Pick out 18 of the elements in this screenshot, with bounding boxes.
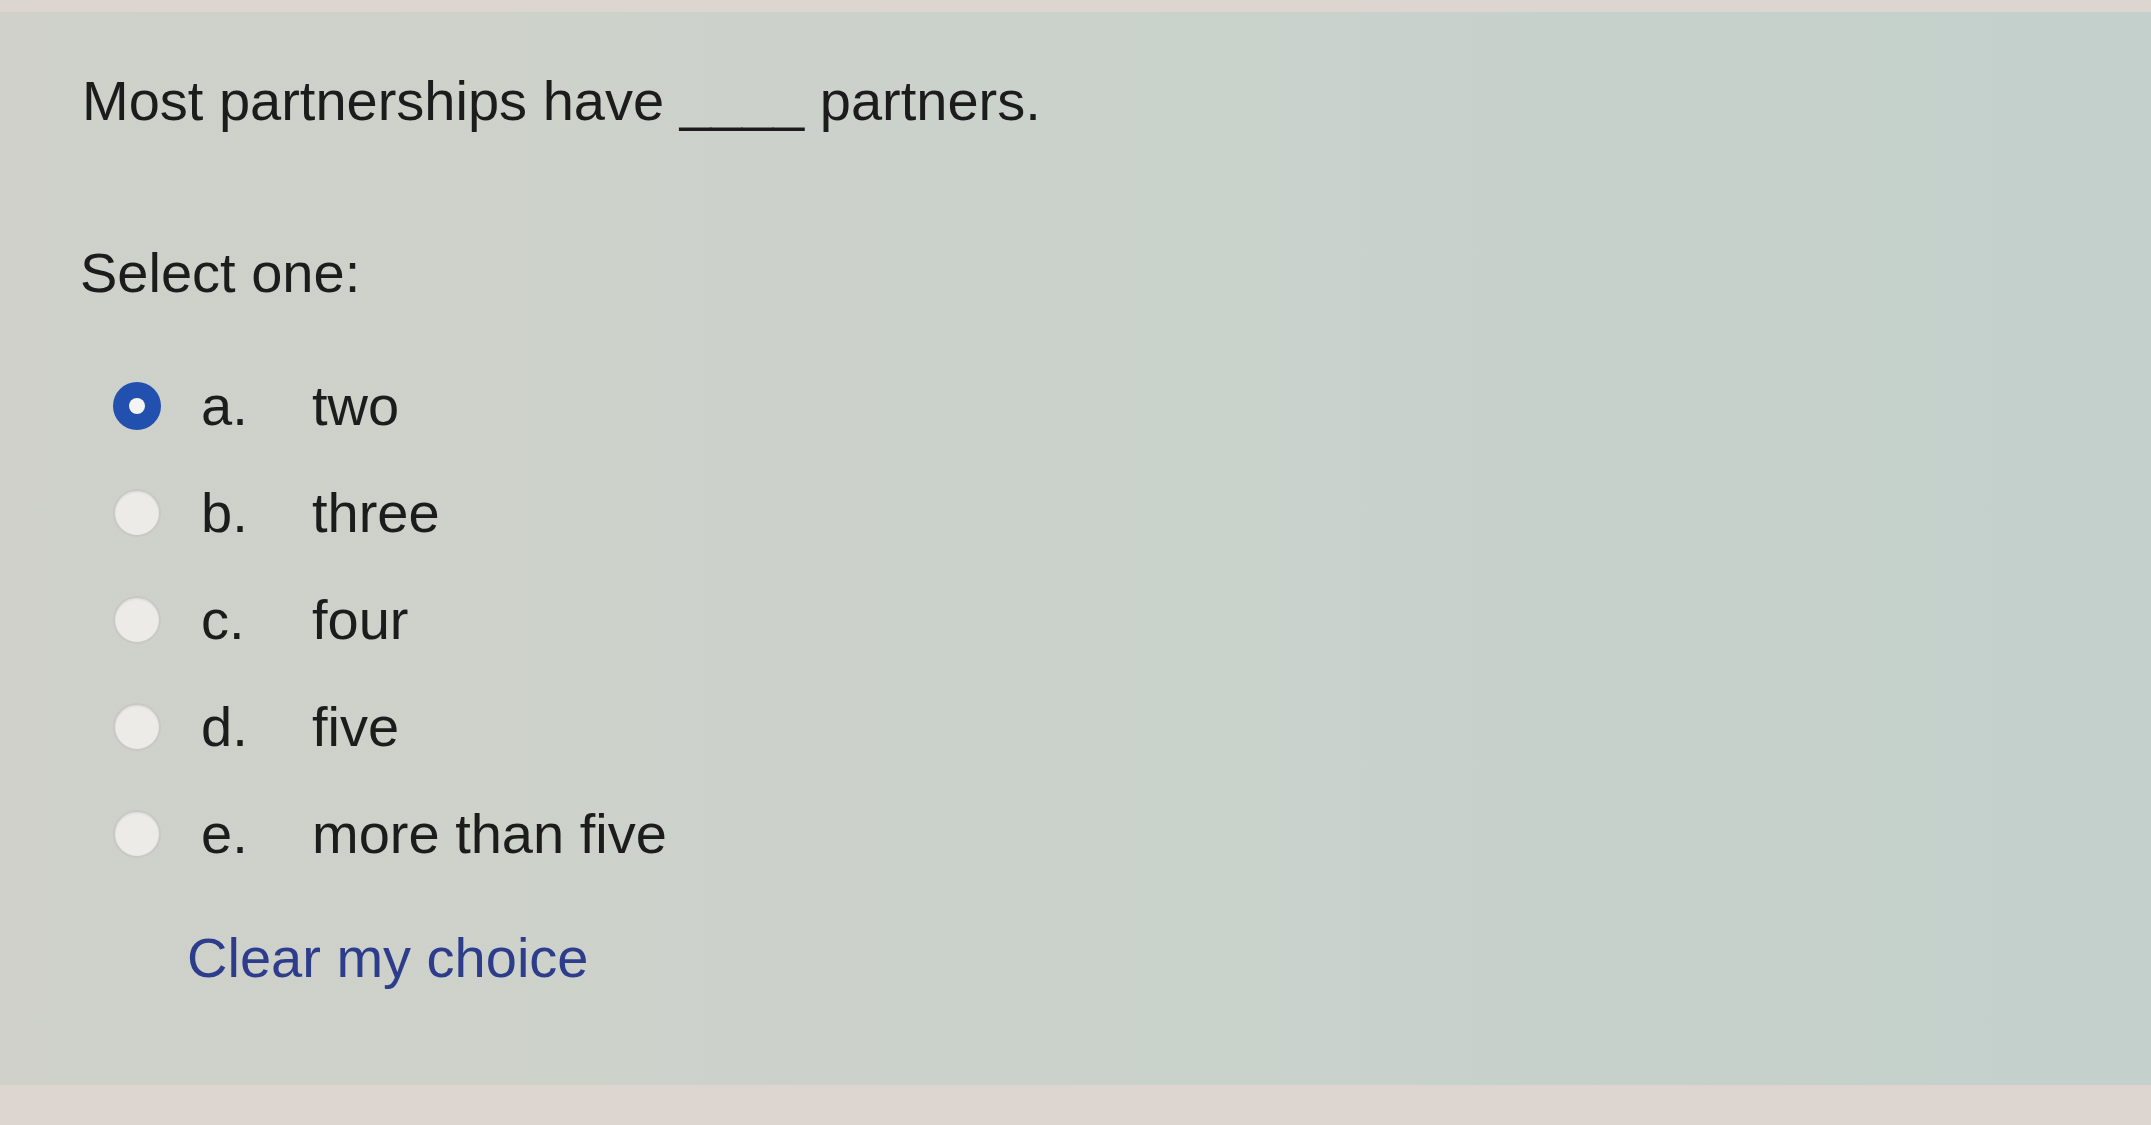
question-text: Most partnerships have ____ partners.: [82, 68, 1041, 134]
option-letter: c.: [201, 586, 246, 653]
radio-button[interactable]: [113, 702, 161, 751]
clear-choice-link[interactable]: Clear my choice: [187, 923, 589, 993]
radio-button[interactable]: [113, 809, 161, 858]
option-label: four: [312, 586, 409, 653]
radio-button[interactable]: [113, 381, 161, 430]
radio-button[interactable]: [113, 488, 161, 537]
option-letter: a.: [201, 372, 249, 439]
radio-button[interactable]: [113, 595, 161, 644]
option-label: more than five: [312, 800, 667, 867]
option-label: three: [312, 479, 440, 546]
option-label: two: [312, 372, 400, 439]
option-letter: e.: [201, 800, 249, 867]
option-letter: b.: [201, 479, 249, 546]
select-prompt: Select one:: [80, 240, 361, 306]
option-label: five: [312, 693, 400, 760]
option-letter: d.: [201, 693, 249, 760]
